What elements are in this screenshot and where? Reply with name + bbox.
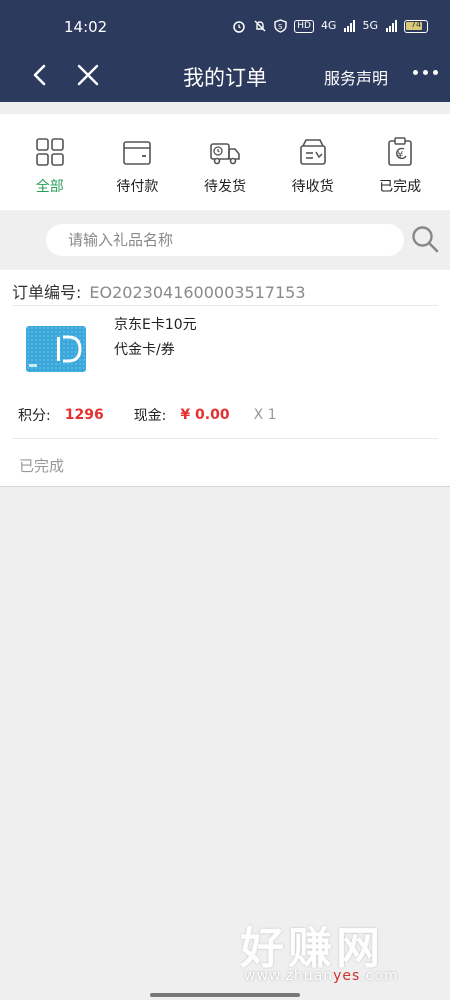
divider [12, 305, 438, 306]
mute-icon [254, 20, 266, 32]
tab-completed[interactable]: ¥ 已完成 [360, 114, 440, 210]
shield-icon: S [274, 19, 287, 33]
tab-label: 待收货 [291, 179, 334, 195]
watermark-url-pre: www.zhuan [244, 968, 334, 984]
order-status-tabs: 全部 待付款 待发货 待收货 ¥ 已完成 [0, 114, 450, 210]
signal-icon-2 [386, 20, 397, 32]
service-statement-link[interactable]: 服务声明 [324, 65, 388, 89]
battery-icon: 74 [404, 19, 428, 33]
cash-value: ¥ 0.00 [180, 407, 230, 423]
watermark-url: www.zhuanyes.com [244, 968, 399, 984]
status-badge: 已完成 [19, 457, 65, 475]
delivery-truck-icon [210, 143, 240, 165]
package-receive-icon [299, 139, 326, 165]
divider [12, 438, 438, 439]
order-card[interactable]: 订单编号: EO2023041600003517153 京东E卡10元 代金卡/券… [0, 270, 450, 486]
order-number-value: EO2023041600003517153 [89, 283, 306, 302]
alarm-icon [233, 21, 245, 33]
price-row: 积分: 1296 现金: ¥ 0.00 X 1 [18, 405, 277, 425]
search-input[interactable] [46, 224, 404, 256]
search-row [0, 210, 450, 270]
search-icon[interactable] [410, 224, 440, 254]
tab-label: 待付款 [116, 179, 159, 195]
tab-pending-shipment[interactable]: 待发货 [185, 114, 265, 210]
more-horizontal-icon[interactable] [413, 70, 438, 75]
nav-bar: 我的订单 服务声明 [0, 52, 450, 102]
status-bar: 14:02 S HD 4G 5G 74 [0, 0, 450, 52]
tab-label: 已完成 [379, 179, 422, 195]
tab-label: 待发货 [203, 179, 246, 195]
signal-5g: 5G [362, 19, 378, 32]
tab-label: 全部 [35, 179, 64, 195]
clipboard-yen-icon: ¥ [388, 137, 412, 166]
home-indicator[interactable] [150, 993, 300, 997]
grid-icon [35, 138, 64, 166]
points-label: 积分: [18, 408, 51, 424]
svg-text:S: S [278, 23, 283, 31]
watermark-url-highlight: yes [333, 968, 361, 984]
app-header: 14:02 S HD 4G 5G 74 我的订单 服务声明 [0, 0, 450, 102]
quantity: X 1 [253, 407, 277, 423]
status-time: 14:02 [64, 18, 108, 36]
signal-icon [344, 20, 356, 32]
order-number: 订单编号: EO2023041600003517153 [12, 279, 306, 303]
svg-text:¥: ¥ [397, 150, 403, 161]
cash-label: 现金: [133, 408, 167, 424]
tab-pending-payment[interactable]: 待付款 [97, 114, 177, 210]
watermark-url-post: .com [360, 968, 399, 984]
wallet-icon [123, 141, 152, 165]
tab-all[interactable]: 全部 [10, 114, 90, 210]
item-type: 代金卡/券 [114, 342, 175, 358]
points-value: 1296 [64, 407, 104, 423]
signal-4g: 4G [320, 19, 337, 32]
item-name: 京东E卡10元 [114, 317, 197, 333]
order-number-label: 订单编号: [12, 283, 82, 302]
hd-badge: HD [294, 19, 314, 33]
card-bottom-border [0, 486, 450, 487]
status-icons: S HD 4G 5G 74 [232, 18, 428, 34]
watermark-logo: 好赚网 [240, 923, 384, 974]
tab-pending-receipt[interactable]: 待收货 [273, 114, 353, 210]
battery-level: 74 [410, 19, 422, 29]
jd-ecard-image [26, 326, 86, 372]
